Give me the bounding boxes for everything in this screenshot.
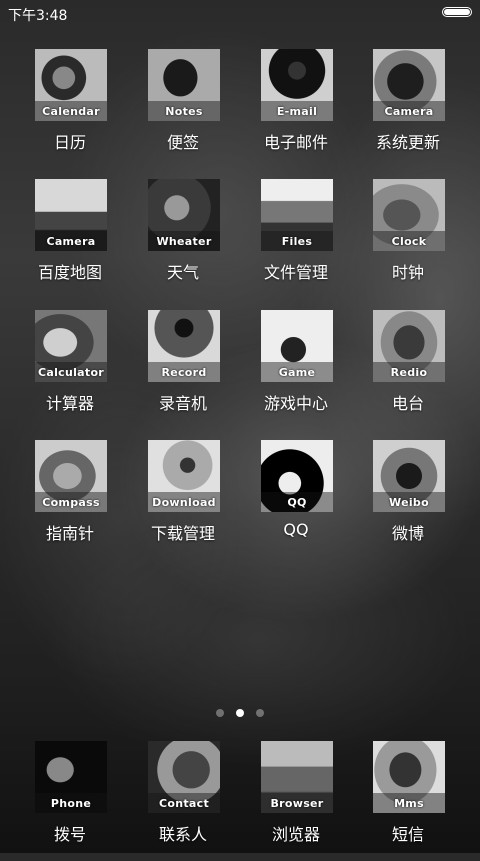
app-email[interactable]: E-mail 电子邮件 (240, 49, 352, 169)
app-download-manager[interactable]: Download 下载管理 (127, 440, 239, 560)
app-label: 电子邮件 (263, 133, 328, 152)
app-label: 录音机 (158, 394, 207, 413)
app-label: 游戏中心 (263, 394, 328, 413)
app-label: 时钟 (391, 263, 424, 282)
files-icon: Files (261, 179, 333, 251)
app-system-update[interactable]: Camera 系统更新 (352, 49, 464, 169)
app-game-center[interactable]: Game 游戏中心 (240, 310, 352, 430)
app-calculator[interactable]: Calculator 计算器 (14, 310, 126, 430)
game-icon: Game (261, 310, 333, 382)
compass-icon: Compass (35, 440, 107, 512)
app-label: 便签 (166, 133, 199, 152)
app-label: QQ (283, 520, 309, 539)
app-compass[interactable]: Compass 指南针 (14, 440, 126, 560)
app-label: 浏览器 (271, 825, 320, 844)
app-label: 指南针 (45, 524, 94, 543)
qq-icon: QQ (261, 440, 333, 512)
app-label: 日历 (53, 133, 86, 152)
record-icon: Record (148, 310, 220, 382)
page-dot[interactable] (256, 709, 264, 717)
app-weibo[interactable]: Weibo 微博 (352, 440, 464, 560)
dock-contacts[interactable]: Contact 联系人 (127, 741, 239, 861)
page-indicator[interactable] (0, 702, 480, 717)
app-recorder[interactable]: Record 录音机 (127, 310, 239, 430)
app-label: 计算器 (45, 394, 94, 413)
calendar-icon: Calendar (35, 49, 107, 121)
clock-icon: Clock (373, 179, 445, 251)
app-label: 文件管理 (263, 263, 328, 282)
app-label: 天气 (166, 263, 199, 282)
dock-browser[interactable]: Browser 浏览器 (240, 741, 352, 861)
calculator-icon: Calculator (35, 310, 107, 382)
mms-icon: Mms (373, 741, 445, 813)
app-weather[interactable]: Wheater 天气 (127, 179, 239, 299)
app-clock[interactable]: Clock 时钟 (352, 179, 464, 299)
radio-icon: Redio (373, 310, 445, 382)
camera-icon: Camera (373, 49, 445, 121)
status-time: 下午3:48 (8, 8, 68, 24)
app-label: 电台 (391, 394, 424, 413)
app-qq[interactable]: QQ QQ (240, 440, 352, 560)
battery-icon (442, 7, 472, 17)
app-label: 微博 (391, 524, 424, 543)
app-label: 系统更新 (375, 133, 440, 152)
app-radio[interactable]: Redio 电台 (352, 310, 464, 430)
app-label: 拨号 (53, 825, 86, 844)
camera-icon: Camera (35, 179, 107, 251)
app-label: 联系人 (158, 825, 207, 844)
app-calendar[interactable]: Calendar 日历 (14, 49, 126, 169)
dock-phone[interactable]: Phone 拨号 (14, 741, 126, 861)
page-dot-active[interactable] (236, 709, 244, 717)
page-dot[interactable] (216, 709, 224, 717)
weather-icon: Wheater (148, 179, 220, 251)
app-label: 百度地图 (37, 263, 102, 282)
download-icon: Download (148, 440, 220, 512)
weibo-icon: Weibo (373, 440, 445, 512)
app-label: 下载管理 (150, 524, 215, 543)
app-files[interactable]: Files 文件管理 (240, 179, 352, 299)
contact-icon: Contact (148, 741, 220, 813)
phone-icon: Phone (35, 741, 107, 813)
dock-sms[interactable]: Mms 短信 (352, 741, 464, 861)
notes-icon: Notes (148, 49, 220, 121)
app-label: 短信 (391, 825, 424, 844)
browser-icon: Browser (261, 741, 333, 813)
app-notes[interactable]: Notes 便签 (127, 49, 239, 169)
email-icon: E-mail (261, 49, 333, 121)
app-baidu-map[interactable]: Camera 百度地图 (14, 179, 126, 299)
status-bar: 下午3:48 (0, 0, 480, 28)
